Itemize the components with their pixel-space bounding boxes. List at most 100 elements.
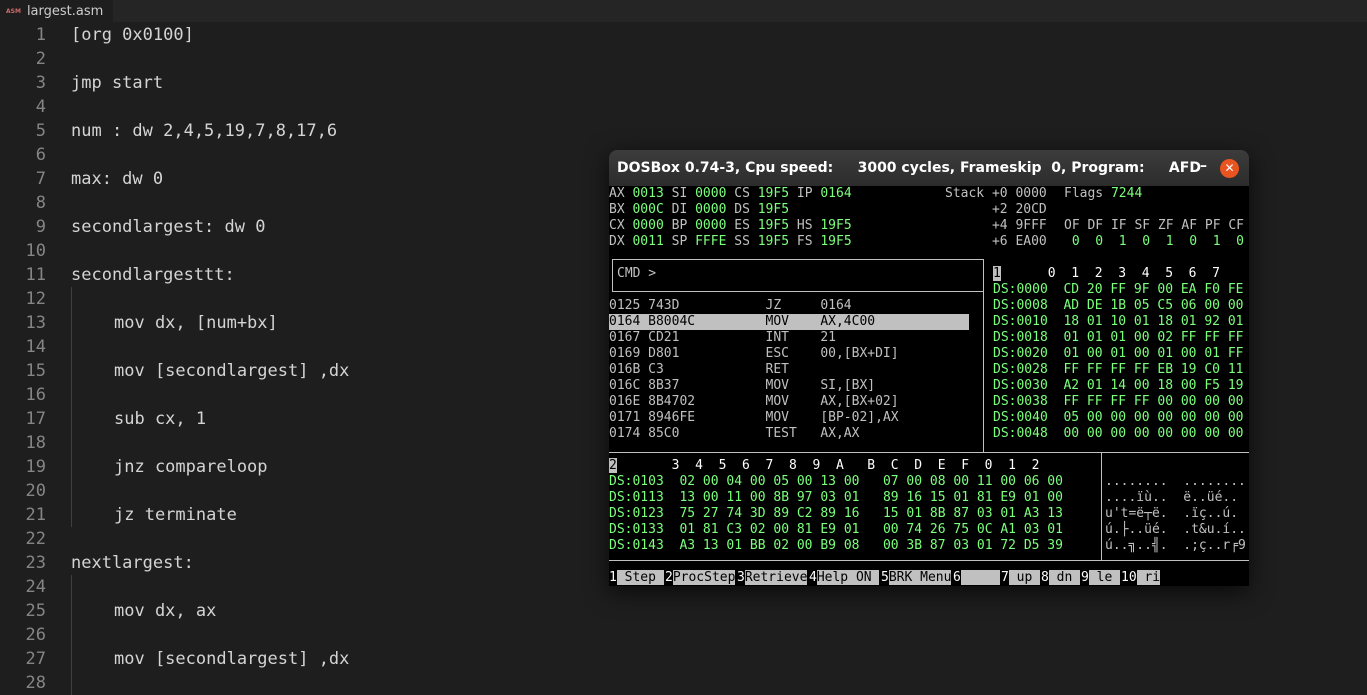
register-label: SS <box>726 234 758 249</box>
stack-row: +4 9FFF <box>945 218 1047 234</box>
register-label: CX <box>609 218 633 233</box>
memory-gap <box>1048 426 1064 441</box>
memory-header: 1 0 1 2 3 4 5 6 7 <box>993 266 1220 282</box>
register-value: 19F5 <box>757 218 790 233</box>
code-text[interactable]: sub cx, 1 <box>114 407 206 431</box>
code-text[interactable]: jnz compareloop <box>114 455 268 479</box>
memory-bytes: 01 01 01 00 02 FF FF FF <box>1063 330 1244 345</box>
flags-value: 7244 <box>1110 186 1143 201</box>
disasm-line[interactable]: 0125 743D JZ 0164 <box>609 298 852 314</box>
disasm-line[interactable]: 0174 85C0 TEST AX,AX <box>609 426 859 442</box>
code-text[interactable]: [org 0x0100] <box>71 23 194 47</box>
code-line: 26 <box>0 623 1367 647</box>
flag-names: OF DF IF SF ZF AF PF CF <box>1064 218 1244 234</box>
code-text[interactable]: secondlargest: dw 0 <box>71 215 265 239</box>
code-text[interactable]: mov [secondlargest] ,dx <box>114 647 349 671</box>
register-label: DX <box>609 234 633 249</box>
fkey-6[interactable]: 6 <box>953 570 1000 586</box>
dosbox-window[interactable]: DOSBox 0.74-3, Cpu speed: 3000 cycles, F… <box>609 150 1249 586</box>
code-text[interactable]: mov dx, [num+bx] <box>114 311 278 335</box>
line-number: 5 <box>35 121 46 141</box>
line-number: 26 <box>25 625 46 645</box>
line-number: 22 <box>25 529 46 549</box>
memory-address: DS:0010 <box>993 314 1048 329</box>
code-line: 3 jmp start <box>0 71 1367 95</box>
code-text[interactable]: num : dw 2,4,5,19,7,8,17,6 <box>71 119 337 143</box>
memory-row: DS:0000 CD 20 FF 9F 00 EA F0 FE <box>993 282 1243 298</box>
code-text[interactable]: jz terminate <box>114 503 237 527</box>
fkey-9[interactable]: 9 le <box>1081 570 1121 586</box>
line-number: 9 <box>35 217 46 237</box>
fkey-8[interactable]: 8 dn <box>1041 570 1081 586</box>
indent-guide <box>71 287 72 527</box>
disasm-line[interactable]: 016E 8B4702 MOV AX,[BX+02] <box>609 394 899 410</box>
tab-label: largest.asm <box>26 3 104 19</box>
close-button[interactable]: ✕ <box>1220 159 1239 178</box>
stack-offset: +2 <box>945 202 1016 217</box>
code-text[interactable]: max: dw 0 <box>71 167 163 191</box>
memory-gap <box>1048 362 1064 377</box>
register-label: BP <box>663 218 696 233</box>
disasm-line[interactable]: 0169 D801 ESC 00,[BX+DI] <box>609 346 899 362</box>
fkey-5[interactable]: 5BRK Menu <box>881 570 952 586</box>
divider <box>609 452 1249 453</box>
memory-gap <box>1048 394 1064 409</box>
fkey-number: 8 <box>1041 570 1049 585</box>
stack-value: EA00 <box>1015 234 1047 249</box>
divider <box>612 291 983 292</box>
register-value: 0013 <box>632 186 664 201</box>
register-value: 19F5 <box>757 234 790 249</box>
dosbox-titlebar[interactable]: DOSBox 0.74-3, Cpu speed: 3000 cycles, F… <box>609 150 1249 186</box>
fkey-number: 10 <box>1121 570 1137 585</box>
memory-address: DS:0020 <box>993 346 1048 361</box>
fkey-1[interactable]: 1 Step <box>609 570 664 586</box>
code-text[interactable]: jmp start <box>71 71 163 95</box>
fkey-7[interactable]: 7 up <box>1001 570 1041 586</box>
memory-ascii: ........ ........ <box>1105 474 1246 489</box>
cmd-prompt[interactable]: CMD > <box>617 266 656 282</box>
fkey-label: up <box>1008 570 1041 585</box>
fkey-4[interactable]: 4Help ON <box>809 570 880 586</box>
disasm-line[interactable]: 016C 8B37 MOV SI,[BX] <box>609 378 875 394</box>
register-value: 19F5 <box>757 202 790 217</box>
minimize-button[interactable]: – <box>1200 158 1207 174</box>
memory-address: DS:0038 <box>993 394 1048 409</box>
disasm-line[interactable]: 0171 8946FE MOV [BP-02],AX <box>609 410 899 426</box>
disasm-line[interactable]: 0167 CD21 INT 21 <box>609 330 836 346</box>
register-value: 0011 <box>632 234 664 249</box>
fkey-10[interactable]: 10 ri <box>1121 570 1161 586</box>
register-label: FS <box>789 234 821 249</box>
stack-row: +6 EA00 <box>945 234 1047 250</box>
code-line: 1 [org 0x0100] <box>0 23 1367 47</box>
memory-bytes: A2 01 14 00 18 00 F5 19 <box>1063 378 1244 393</box>
fkey-number: 7 <box>1001 570 1009 585</box>
code-text[interactable]: secondlargesttt: <box>71 263 235 287</box>
line-number: 19 <box>25 457 46 477</box>
register-label: IP <box>789 186 821 201</box>
code-text[interactable]: mov [secondlargest] ,dx <box>114 359 349 383</box>
memory-row: DS:0038 FF FF FF FF 00 00 00 00 <box>993 394 1243 410</box>
fkey-number: 3 <box>737 570 745 585</box>
memory-address: DS:0143 <box>609 538 664 553</box>
memory-gap <box>664 474 680 489</box>
line-number: 13 <box>25 313 46 333</box>
disasm-line[interactable]: 0164 B8004C MOV AX,4C00 <box>609 314 970 330</box>
divider <box>1101 452 1102 560</box>
memory-bytes: 01 00 01 00 01 00 01 FF <box>1063 346 1244 361</box>
memory-row: DS:0010 18 01 10 01 18 01 92 01 <box>993 314 1243 330</box>
code-text[interactable]: nextlargest: <box>71 551 194 575</box>
fkey-3[interactable]: 3Retrieve <box>737 570 808 586</box>
line-number: 24 <box>25 577 46 597</box>
disasm-line[interactable]: 016B C3 RET <box>609 362 820 378</box>
register-row: AX 0013 SI 0000 CS 19F5 IP 0164 <box>609 186 852 202</box>
line-number: 14 <box>25 337 46 357</box>
indent-guide <box>71 575 72 695</box>
register-value: 0000 <box>695 202 727 217</box>
fkey-2[interactable]: 2ProcStep <box>665 570 736 586</box>
fkey-label: le <box>1088 570 1121 585</box>
code-text[interactable]: mov dx, ax <box>114 599 216 623</box>
debugger-screen[interactable]: AX 0013 SI 0000 CS 19F5 IP 0164 BX 000C D… <box>609 186 1249 586</box>
tab-largest-asm[interactable]: ASM largest.asm <box>0 0 114 22</box>
memory-bytes: 75 27 74 3D 89 C2 89 16 15 01 8B 87 03 0… <box>679 506 1063 521</box>
register-row: DX 0011 SP FFFE SS 19F5 FS 19F5 <box>609 234 852 250</box>
